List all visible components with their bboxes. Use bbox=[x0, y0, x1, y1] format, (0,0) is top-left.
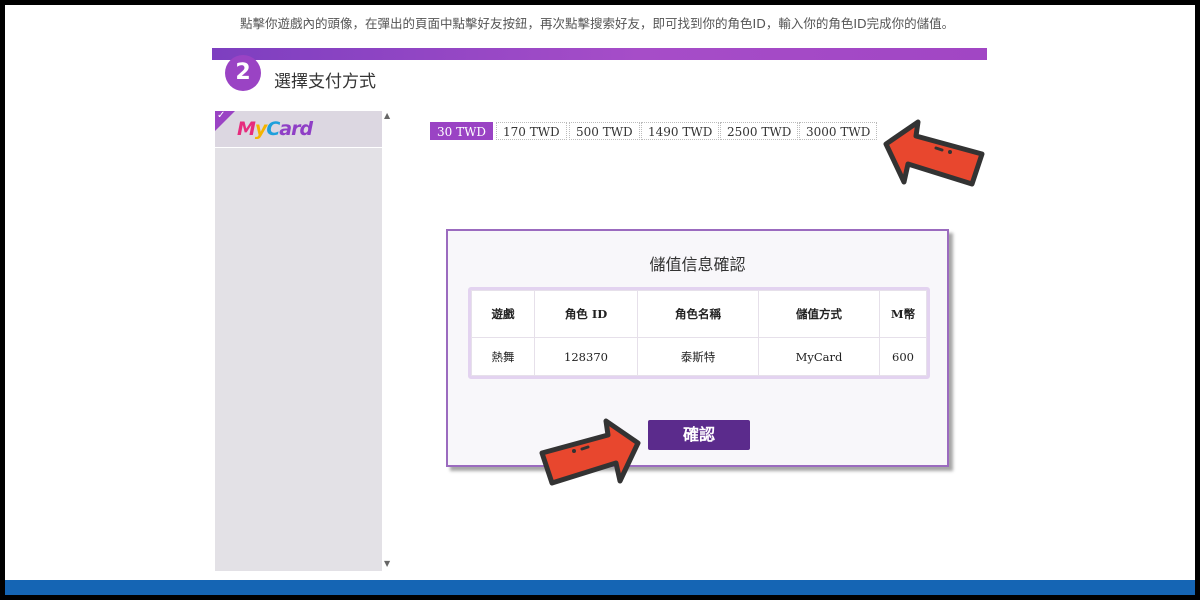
pointer-arrow-icon bbox=[883, 119, 985, 187]
amount-option-500[interactable]: 500 TWD bbox=[569, 122, 640, 140]
instruction-text: 點擊你遊戲內的頭像，在彈出的頁面中點擊好友按鈕，再次點擊搜索好友，即可找到你的角… bbox=[240, 16, 955, 31]
check-icon: ✓ bbox=[217, 110, 226, 121]
payment-option-mycard[interactable]: ✓ MyCard bbox=[215, 110, 382, 148]
order-summary-table: 遊戲 角色 ID 角色名稱 儲值方式 M幣 熱舞 128370 泰斯特 MyCa… bbox=[468, 287, 930, 379]
step-number-badge: 2 bbox=[225, 55, 261, 91]
amount-option-170[interactable]: 170 TWD bbox=[496, 122, 567, 140]
header-coins: M幣 bbox=[879, 290, 927, 338]
header-game: 遊戲 bbox=[471, 290, 535, 338]
cell-coins: 600 bbox=[879, 337, 927, 376]
confirm-button[interactable]: 確認 bbox=[648, 420, 750, 450]
scroll-up-icon[interactable]: ▲ bbox=[384, 111, 390, 120]
amount-option-3000[interactable]: 3000 TWD bbox=[799, 122, 878, 140]
cell-game: 熱舞 bbox=[471, 337, 535, 376]
cell-role-name: 泰斯特 bbox=[637, 337, 759, 376]
cell-role-id: 128370 bbox=[534, 337, 638, 376]
scroll-down-icon[interactable]: ▼ bbox=[384, 559, 390, 568]
table-row: 熱舞 128370 泰斯特 MyCard 600 bbox=[471, 337, 927, 376]
amount-option-1490[interactable]: 1490 TWD bbox=[641, 122, 720, 140]
pointer-arrow-icon-2 bbox=[539, 418, 641, 486]
payment-method-list: ✓ MyCard bbox=[215, 110, 382, 571]
page-frame: 點擊你遊戲內的頭像，在彈出的頁面中點擊好友按鈕，再次點擊搜索好友，即可找到你的角… bbox=[5, 5, 1195, 595]
header-pay-method: 儲值方式 bbox=[758, 290, 880, 338]
step-title: 選擇支付方式 bbox=[274, 72, 376, 92]
confirm-dialog: 儲值信息確認 遊戲 角色 ID 角色名稱 儲值方式 M幣 熱舞 128370 泰… bbox=[446, 229, 949, 467]
dialog-title: 儲值信息確認 bbox=[649, 255, 746, 274]
header-role-id: 角色 ID bbox=[534, 290, 638, 338]
footer-bar bbox=[5, 580, 1195, 595]
cell-pay-method: MyCard bbox=[758, 337, 880, 376]
amount-option-30[interactable]: 30 TWD bbox=[430, 122, 494, 140]
amount-option-2500[interactable]: 2500 TWD bbox=[720, 122, 799, 140]
mycard-logo: MyCard bbox=[237, 118, 313, 140]
header-role-name: 角色名稱 bbox=[637, 290, 759, 338]
step-header-bar bbox=[212, 48, 987, 60]
